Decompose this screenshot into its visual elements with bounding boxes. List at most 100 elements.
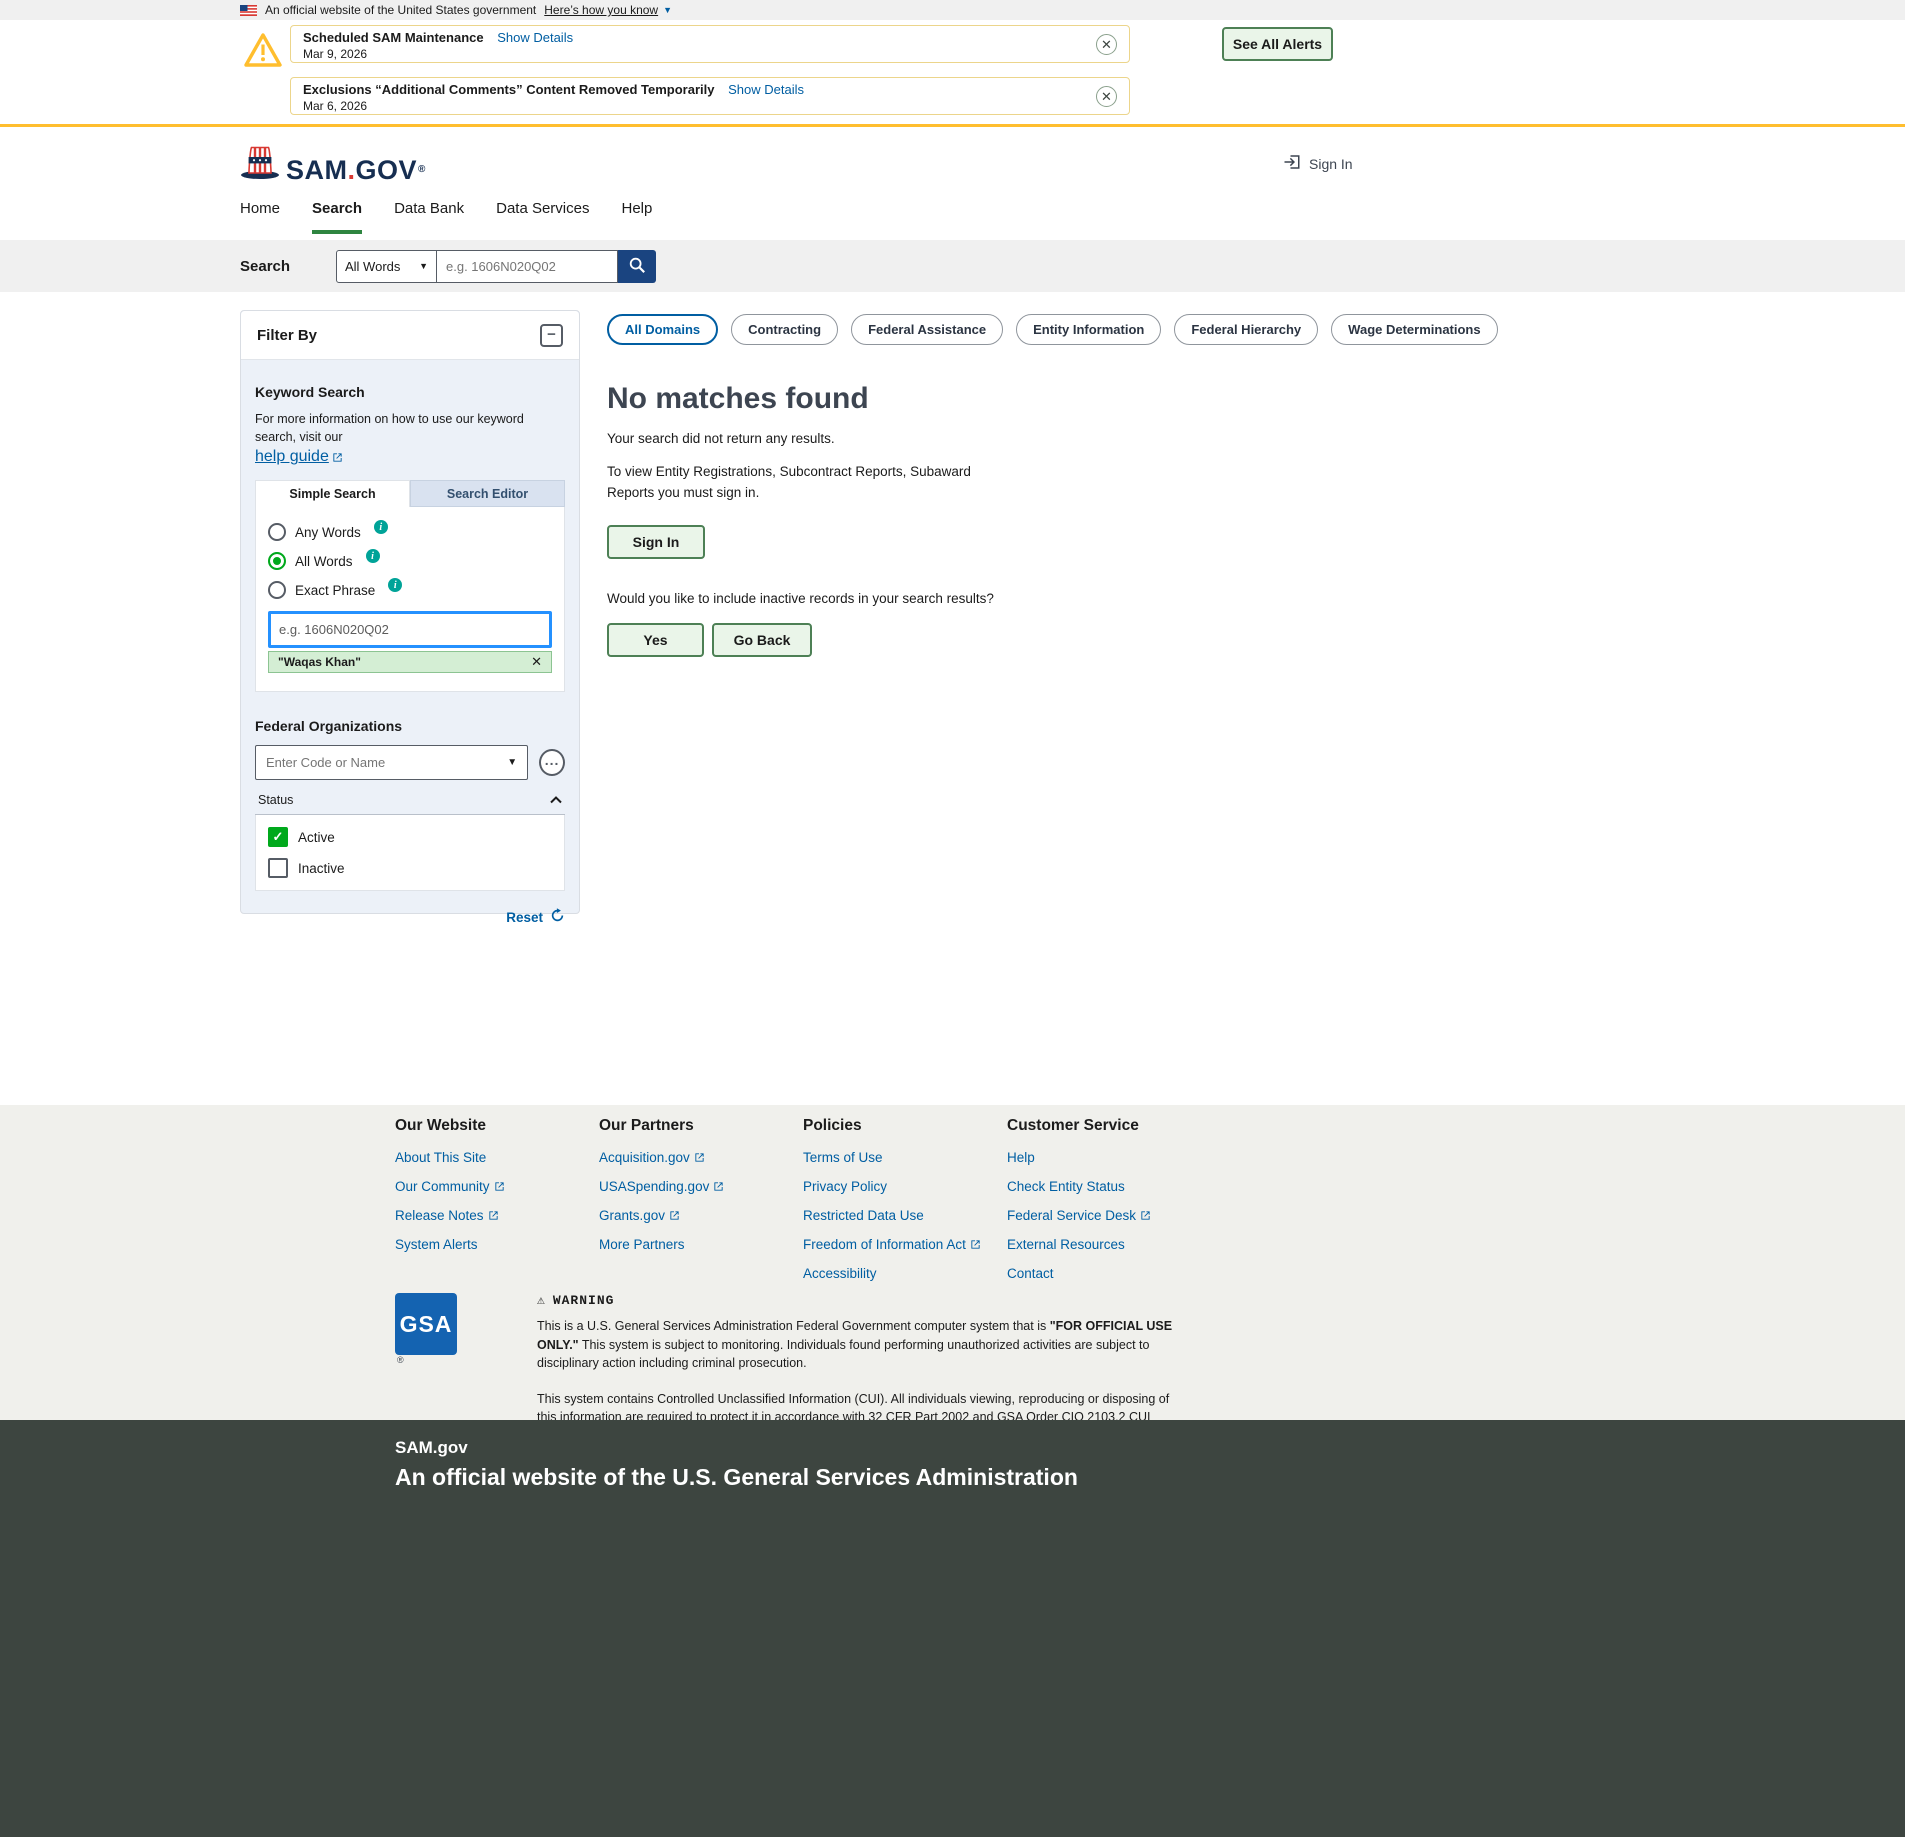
combobox-placeholder: Enter Code or Name [266, 755, 385, 770]
info-icon[interactable]: i [366, 549, 380, 563]
pill-federal-hierarchy[interactable]: Federal Hierarchy [1174, 314, 1318, 345]
footer-column-customer-service: Customer Service Help Check Entity Statu… [1007, 1117, 1211, 1295]
pill-all-domains[interactable]: All Domains [607, 314, 718, 345]
yes-button[interactable]: Yes [607, 623, 704, 657]
chevron-down-icon: ▼ [663, 5, 672, 15]
footer-column-title: Customer Service [1007, 1117, 1211, 1135]
footer-link-foia[interactable]: Freedom of Information Act [803, 1237, 1007, 1252]
filter-panel-header: Filter By − [241, 311, 579, 360]
footer-link-restricted-data-use[interactable]: Restricted Data Use [803, 1208, 1007, 1223]
dark-footer-title: SAM.gov [395, 1438, 468, 1458]
footer-link-external-resources[interactable]: External Resources [1007, 1237, 1211, 1252]
gov-banner: An official website of the United States… [0, 0, 1905, 20]
sign-in-note: To view Entity Registrations, Subcontrac… [607, 462, 1017, 504]
chevron-down-icon: ▼ [507, 757, 517, 768]
sign-in-icon [1283, 153, 1301, 174]
footer-link-our-community[interactable]: Our Community [395, 1179, 599, 1194]
us-flag-icon [240, 5, 257, 16]
sam-hat-icon [240, 142, 280, 185]
search-submit-button[interactable] [618, 250, 656, 283]
pill-contracting[interactable]: Contracting [731, 314, 838, 345]
alert-exclusions-comments: Exclusions “Additional Comments” Content… [290, 77, 1130, 115]
sam-gov-logo[interactable]: SAM.GOV® [240, 142, 426, 185]
keyword-chip-waqas-khan: "Waqas Khan" ✕ [268, 651, 552, 673]
ellipsis-icon: ... [545, 752, 560, 768]
footer-link-release-notes[interactable]: Release Notes [395, 1208, 599, 1223]
checkbox-active[interactable]: ✓ [268, 827, 288, 847]
site-footer: Our Website About This Site Our Communit… [0, 1105, 1905, 1420]
tab-simple-search[interactable]: Simple Search [255, 480, 410, 507]
footer-link-grants-gov[interactable]: Grants.gov [599, 1208, 803, 1223]
radio-any-words[interactable] [268, 523, 286, 541]
federal-organizations-heading: Federal Organizations [255, 718, 565, 734]
keyword-input[interactable] [268, 611, 552, 648]
status-option-active: ✓ Active [268, 827, 552, 847]
info-icon[interactable]: i [374, 520, 388, 534]
footer-link-check-entity-status[interactable]: Check Entity Status [1007, 1179, 1211, 1194]
radio-row-any-words: Any Words i [268, 523, 552, 541]
pill-entity-information[interactable]: Entity Information [1016, 314, 1161, 345]
help-guide-link[interactable]: help guide [255, 448, 343, 466]
federal-organizations-row: Enter Code or Name ▼ ... [255, 745, 565, 780]
footer-column-title: Policies [803, 1117, 1007, 1135]
status-option-inactive: Inactive [268, 858, 552, 878]
sign-in-link[interactable]: Sign In [1283, 153, 1353, 174]
nav-item-data-services[interactable]: Data Services [496, 200, 589, 234]
gov-banner-how-link[interactable]: Here’s how you know [544, 3, 658, 17]
footer-link-usaspending-gov[interactable]: USASpending.gov [599, 1179, 803, 1194]
radio-exact-phrase[interactable] [268, 581, 286, 599]
nav-item-data-bank[interactable]: Data Bank [394, 200, 464, 234]
footer-link-privacy-policy[interactable]: Privacy Policy [803, 1179, 1007, 1194]
alert-show-details-link[interactable]: Show Details [728, 82, 804, 97]
footer-link-help[interactable]: Help [1007, 1150, 1211, 1165]
reset-filters-link[interactable]: Reset [255, 908, 565, 926]
radio-all-words[interactable] [268, 552, 286, 570]
footer-link-acquisition-gov[interactable]: Acquisition.gov [599, 1150, 803, 1165]
gov-banner-text: An official website of the United States… [265, 3, 536, 17]
external-link-icon [332, 452, 343, 463]
search-input[interactable] [437, 250, 618, 283]
footer-link-more-partners[interactable]: More Partners [599, 1237, 803, 1252]
chevron-up-icon [550, 793, 562, 807]
nav-item-help[interactable]: Help [621, 200, 652, 234]
reset-label: Reset [506, 910, 543, 925]
search-mode-select[interactable]: All Words ▼ [336, 250, 437, 283]
status-accordion-header[interactable]: Status [255, 793, 565, 815]
footer-link-federal-service-desk[interactable]: Federal Service Desk [1007, 1208, 1211, 1223]
see-all-alerts-button[interactable]: See All Alerts [1222, 27, 1333, 61]
minus-icon: − [547, 326, 556, 343]
collapse-filters-button[interactable]: − [540, 324, 563, 347]
go-back-button[interactable]: Go Back [712, 623, 812, 657]
footer-link-terms-of-use[interactable]: Terms of Use [803, 1150, 1007, 1165]
pill-federal-assistance[interactable]: Federal Assistance [851, 314, 1003, 345]
nav-item-search[interactable]: Search [312, 200, 362, 234]
filter-panel-body: Keyword Search For more information on h… [241, 360, 579, 926]
close-icon[interactable]: ✕ [1096, 86, 1117, 107]
sam-gov-search-page: An official website of the United States… [0, 0, 1905, 1837]
sign-in-button[interactable]: Sign In [607, 525, 705, 559]
warning-paragraph-1: This is a U.S. General Services Administ… [537, 1317, 1185, 1373]
checkbox-inactive[interactable] [268, 858, 288, 878]
gsa-logo: GSA [395, 1293, 457, 1355]
registered-mark: ® [397, 1355, 404, 1365]
footer-column-our-partners: Our Partners Acquisition.gov USASpending… [599, 1117, 803, 1295]
tab-search-editor[interactable]: Search Editor [410, 480, 565, 507]
alert-show-details-link[interactable]: Show Details [497, 30, 573, 45]
chip-remove-icon[interactable]: ✕ [531, 654, 542, 670]
footer-link-contact[interactable]: Contact [1007, 1266, 1211, 1281]
sign-in-label: Sign In [1309, 156, 1353, 172]
site-header: SAM.GOV® Sign In [0, 127, 1905, 200]
pill-wage-determinations[interactable]: Wage Determinations [1331, 314, 1497, 345]
status-options: ✓ Active Inactive [255, 815, 565, 891]
nav-item-home[interactable]: Home [240, 200, 280, 234]
close-icon[interactable]: ✕ [1096, 34, 1117, 55]
more-options-button[interactable]: ... [539, 749, 565, 776]
footer-link-about-this-site[interactable]: About This Site [395, 1150, 599, 1165]
footer-link-system-alerts[interactable]: System Alerts [395, 1237, 599, 1252]
federal-organizations-combobox[interactable]: Enter Code or Name ▼ [255, 745, 528, 780]
alerts-section: Scheduled SAM Maintenance Show Details M… [0, 20, 1905, 127]
info-icon[interactable]: i [388, 578, 402, 592]
registered-mark: ® [418, 164, 426, 175]
footer-link-accessibility[interactable]: Accessibility [803, 1266, 1007, 1281]
search-mode-value: All Words [345, 259, 400, 274]
